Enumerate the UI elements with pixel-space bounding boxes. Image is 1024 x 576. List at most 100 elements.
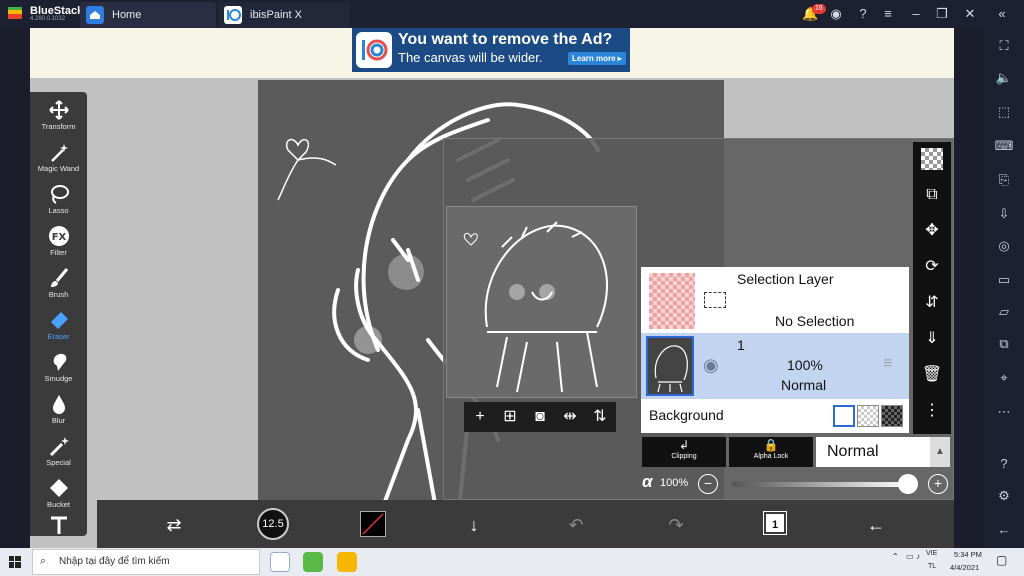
layer-list: Selection Layer No Selection ◉ 1 100% No… (641, 267, 909, 433)
flip-vertical-layer-icon[interactable]: ⇵ (921, 292, 943, 314)
color-picker-button[interactable] (360, 511, 386, 537)
back-icon[interactable]: ← (861, 510, 891, 540)
magic-wand-icon (50, 144, 68, 162)
chrome-app-icon[interactable] (303, 552, 323, 572)
preview-drawing (463, 221, 608, 393)
location-icon[interactable]: ⌖ (994, 368, 1014, 388)
tool-switch-icon[interactable]: ⇄ (159, 510, 189, 540)
tool-transform[interactable]: Transform (30, 97, 87, 138)
opacity-slider-knob[interactable] (898, 474, 918, 494)
minimize-icon[interactable]: – (908, 6, 924, 22)
account-icon[interactable]: ◉ (828, 6, 844, 22)
layer-1-thumbnail (646, 336, 694, 396)
undo-icon[interactable]: ↶ (561, 510, 591, 540)
redo-icon[interactable]: ↷ (661, 510, 691, 540)
zalo-app-icon[interactable] (270, 552, 290, 572)
windows-taskbar: Nhập tại đây để tìm kiếm ⌕ ⌃ ▭ ♪ VIE TL … (0, 548, 1024, 576)
clock-time[interactable]: 5:34 PM (954, 550, 982, 559)
merge-down-icon[interactable]: ⇓ (921, 328, 943, 350)
selection-marquee-icon (704, 292, 726, 308)
add-layer-icon[interactable]: + (470, 407, 490, 427)
windows-start-icon[interactable] (9, 556, 21, 568)
network-icon[interactable]: ▭ (906, 552, 914, 561)
camera-icon[interactable]: ◙ (530, 407, 550, 427)
layers-button[interactable]: 1 (763, 511, 787, 535)
layer-1-blend: Normal (781, 377, 827, 393)
tool-lasso[interactable]: Lasso (30, 181, 87, 222)
tool-brush[interactable]: Brush (30, 265, 87, 306)
tool-smudge[interactable]: Smudge (30, 349, 87, 390)
tool-text[interactable] (30, 512, 87, 536)
ad-learn-more-button[interactable]: Learn more ▸ (568, 52, 626, 65)
screenshot-icon[interactable]: ◎ (994, 236, 1014, 256)
download-arrow-icon[interactable]: ↓ (459, 510, 489, 540)
duplicate-layer-icon[interactable]: ⊞ (500, 407, 520, 427)
taskbar-search-input[interactable]: Nhập tại đây để tìm kiếm (32, 549, 260, 575)
tab-home[interactable]: Home (80, 2, 216, 28)
keyboard-icon[interactable]: ⌨ (994, 136, 1014, 156)
color-slash-icon (362, 513, 384, 535)
fullscreen-icon[interactable]: ⛶ (994, 36, 1014, 56)
transparency-icon[interactable] (921, 148, 943, 170)
settings-gear-icon[interactable]: ⚙ (994, 486, 1014, 506)
lock-icon: 🔒 (763, 438, 779, 452)
visibility-eye-icon[interactable]: ◉ (703, 355, 719, 376)
blur-icon (52, 395, 65, 414)
tool-blur[interactable]: Blur (30, 391, 87, 432)
folder-icon[interactable]: ▱ (994, 302, 1014, 322)
background-row[interactable]: Background (641, 401, 909, 433)
screen-record-icon[interactable]: ⎘ (994, 170, 1014, 190)
tool-filter[interactable]: FX Filter (30, 223, 87, 264)
blend-mode-select[interactable]: Normal (816, 437, 930, 467)
restore-icon[interactable]: ❐ (934, 6, 950, 22)
flip-horizontal-icon[interactable]: ⇹ (560, 407, 580, 427)
background-white-swatch[interactable] (833, 405, 855, 427)
video-icon[interactable]: ▭ (994, 270, 1014, 290)
language-line2[interactable]: TL (928, 563, 936, 570)
speaker-icon[interactable]: ♪ (916, 552, 920, 561)
bluestacks-app-icon[interactable] (337, 552, 357, 572)
tool-magic-wand[interactable]: Magic Wand (30, 139, 87, 180)
tool-eraser[interactable]: Eraser (30, 307, 87, 348)
background-transparent-swatch[interactable] (857, 405, 879, 427)
help-icon[interactable]: ? (855, 6, 871, 22)
drag-handle-icon[interactable]: ≡ (883, 355, 892, 373)
volume-icon[interactable]: 🔈 (994, 68, 1014, 88)
alpha-lock-button[interactable]: 🔒 Alpha Lock (729, 437, 813, 467)
tool-special[interactable]: Special (30, 433, 87, 474)
ibispaint-app-icon (224, 6, 242, 24)
opacity-decrease-button[interactable]: − (698, 474, 718, 494)
multi-instance-icon[interactable]: ⧉ (994, 334, 1014, 354)
opacity-slider[interactable] (732, 482, 908, 487)
back-arrow-icon[interactable]: ← (994, 520, 1014, 540)
install-apk-icon[interactable]: ⇩ (994, 204, 1014, 224)
layer-preview (446, 206, 637, 398)
layer-row-1[interactable]: ◉ 1 100% Normal ≡ (641, 333, 909, 399)
more-options-icon[interactable]: ⋯ (994, 402, 1014, 422)
collapse-sidebar-icon[interactable]: « (994, 6, 1010, 22)
layer-side-tools: ⧉ ✥ ⟳ ⇵ ⇓ 🗑 ⋮ (913, 142, 951, 434)
close-icon[interactable]: ✕ (962, 6, 978, 22)
background-dark-swatch[interactable] (881, 405, 903, 427)
blend-mode-arrow-icon[interactable]: ▲ (930, 437, 950, 467)
trash-icon[interactable]: 🗑 (921, 364, 943, 386)
flip-vertical-icon[interactable]: ⇅ (590, 407, 610, 427)
more-vertical-icon[interactable]: ⋮ (921, 400, 943, 422)
brush-size-button[interactable]: 12.5 (257, 508, 289, 540)
tray-chevron-icon[interactable]: ⌃ (892, 552, 899, 561)
pointer-icon[interactable]: ⬚ (994, 102, 1014, 122)
ad-banner[interactable]: You want to remove the Ad? The canvas wi… (352, 28, 630, 72)
opacity-increase-button[interactable]: + (928, 474, 948, 494)
menu-icon[interactable]: ≡ (880, 6, 896, 22)
layer-transfer-icon[interactable]: ⧉ (921, 184, 943, 206)
help-sidebar-icon[interactable]: ? (994, 454, 1014, 474)
clock-date[interactable]: 4/4/2021 (950, 563, 979, 572)
lasso-icon (50, 185, 69, 204)
action-center-icon[interactable]: ▢ (996, 553, 1007, 567)
clipping-button[interactable]: ↲ Clipping (642, 437, 726, 467)
move-layer-icon[interactable]: ✥ (921, 220, 943, 242)
tool-bucket[interactable]: Bucket (30, 475, 87, 516)
rotate-flip-icon[interactable]: ⟳ (921, 256, 943, 278)
language-line1[interactable]: VIE (926, 550, 937, 557)
tab-ibispaint[interactable]: ibisPaint X (218, 2, 350, 28)
